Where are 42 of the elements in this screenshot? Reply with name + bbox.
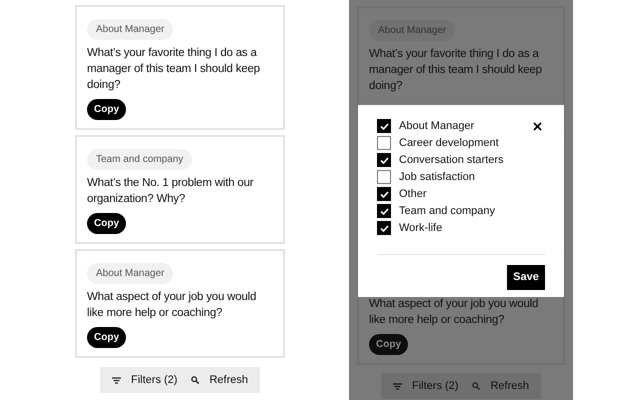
refresh-button[interactable]: Refresh [472,378,529,394]
save-button[interactable]: Save [507,265,545,290]
question-text: What aspect of your job you would like more help or coaching? [369,297,540,328]
check-icon [380,224,388,232]
check-icon [380,156,388,164]
check-icon [380,190,388,198]
checkbox[interactable] [377,187,391,201]
checkbox[interactable] [377,170,391,184]
search-icon [472,382,480,390]
search-icon [191,376,200,384]
check-icon [380,122,388,130]
category-tag: About Manager [87,263,174,284]
filter-icon [112,376,121,384]
checkbox[interactable] [377,153,391,167]
category-tag: About Manager [369,20,456,41]
question-text: What’s your favorite thing I do as a manager of this team I should keep doing? [369,47,543,94]
category-tag: Team and company [87,149,192,170]
copy-button[interactable]: Copy [87,213,126,234]
filters-button[interactable]: Filters (2) [112,372,178,388]
filter-option[interactable]: Work-life [377,221,504,235]
filter-option[interactable]: Team and company [377,204,504,218]
filters-button[interactable]: Filters (2) [393,378,458,394]
filter-option[interactable]: Other [377,187,504,201]
copy-button[interactable]: Copy [87,99,126,120]
copy-button[interactable]: Copy [369,334,408,355]
copy-button[interactable]: Copy [87,327,126,348]
checkbox[interactable] [377,136,391,150]
filter-option[interactable]: Job satisfaction [377,170,504,184]
close-icon [533,122,542,130]
checkbox[interactable] [377,119,391,133]
checkbox[interactable] [377,221,391,235]
question-text: What aspect of your job you would like more help or coaching? [87,290,258,321]
question-text: What’s the No. 1 problem with our organization? Why? [87,176,254,207]
question-text: What’s your favorite thing I do as a manager of this team I should keep doing? [87,46,261,93]
check-icon [380,208,388,214]
filter-option[interactable]: About Manager [377,119,504,133]
refresh-button[interactable]: Refresh [191,372,248,388]
category-tag: About Manager [87,19,174,40]
filter-option[interactable]: Conversation starters [377,153,504,167]
filter-icon [393,382,402,390]
checkbox[interactable] [377,204,391,218]
filter-option[interactable]: Career development [377,136,504,150]
